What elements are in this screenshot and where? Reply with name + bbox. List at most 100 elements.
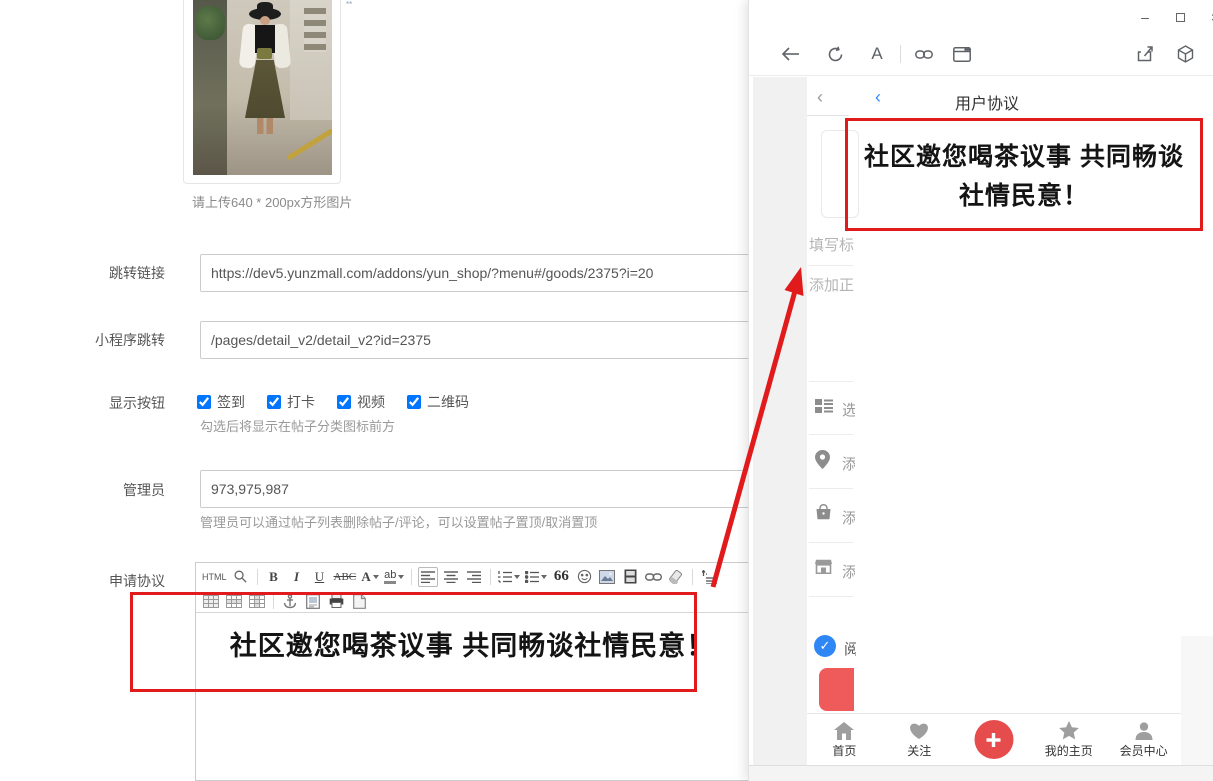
home-icon: [834, 720, 854, 740]
upload-hint: 请上传640 * 200px方形图片: [192, 192, 352, 211]
emoticon-button[interactable]: [574, 567, 594, 587]
add-location-partial[interactable]: 添: [842, 453, 855, 474]
checkbox-video[interactable]: 视频: [337, 392, 385, 412]
tab-follow[interactable]: 关注: [882, 714, 957, 765]
signin-checkbox[interactable]: [197, 395, 211, 409]
copy-link-button[interactable]: [909, 39, 939, 69]
close-button[interactable]: ×: [1206, 8, 1213, 26]
admins-hint: 管理员可以通过帖子列表删除帖子/评论，可以设置帖子置顶/取消置顶: [200, 512, 597, 531]
align-right-button[interactable]: [464, 567, 484, 587]
show-buttons-group: 签到 打卡 视频 二维码: [197, 392, 469, 412]
insert-link-button[interactable]: [643, 567, 663, 587]
video-checkbox[interactable]: [337, 395, 351, 409]
category-icon[interactable]: [815, 398, 833, 419]
bold-button[interactable]: B: [264, 567, 284, 587]
person-icon: [1135, 720, 1153, 740]
unordered-list-button[interactable]: [524, 567, 548, 587]
italic-button[interactable]: I: [287, 567, 307, 587]
title-placeholder[interactable]: 填写标: [809, 234, 856, 255]
agreement-check-circle[interactable]: ✓: [814, 635, 836, 657]
header-divider: [807, 115, 849, 116]
uploaded-image: [193, 0, 332, 175]
preview-magnifier-icon[interactable]: [231, 567, 251, 587]
window-bottom-area: [749, 765, 1213, 781]
mini-jump-input[interactable]: [200, 321, 749, 359]
caret-down-icon: [398, 575, 404, 579]
star-icon: [1059, 720, 1079, 740]
maximize-button[interactable]: [1171, 8, 1189, 26]
font-color-button[interactable]: A: [360, 567, 380, 587]
blockquote-button[interactable]: 66: [551, 567, 571, 587]
upload-photo-card[interactable]: [183, 0, 341, 184]
storefront-icon[interactable]: [815, 559, 832, 579]
caret-down-icon: [514, 575, 520, 579]
checkbox-signin[interactable]: 签到: [197, 392, 245, 412]
field-label-agreement: 申请协议: [40, 571, 165, 591]
editor-toolbar-row1: HTML B I U ABC A ab: [196, 563, 748, 590]
checkbox-punch[interactable]: 打卡: [267, 392, 315, 412]
location-pin-icon[interactable]: [815, 450, 830, 474]
align-left-button[interactable]: [418, 567, 438, 587]
share-button[interactable]: [1130, 39, 1160, 69]
strikethrough-button[interactable]: ABC: [333, 567, 358, 587]
checkbox-label: 打卡: [287, 392, 315, 412]
simulator-background: [753, 77, 807, 765]
annotation-box-preview: 社区邀您喝茶议事 共同畅谈社情民意！: [845, 118, 1203, 231]
caret-down-icon: [373, 575, 379, 579]
toolbar-divider: [900, 45, 901, 63]
plus-button[interactable]: [974, 720, 1013, 759]
refresh-button[interactable]: [820, 39, 850, 69]
field-label-jump-link: 跳转链接: [40, 263, 165, 283]
punch-checkbox[interactable]: [267, 395, 281, 409]
checkbox-qrcode[interactable]: 二维码: [407, 392, 469, 412]
body-placeholder[interactable]: 添加正: [809, 274, 856, 295]
clipped-text-fragment: **: [346, 0, 356, 6]
package-cube-button[interactable]: [1170, 39, 1200, 69]
font-size-button[interactable]: A: [862, 39, 892, 69]
add-shop-partial[interactable]: 添: [842, 561, 855, 582]
open-in-browser-button[interactable]: [947, 39, 977, 69]
align-center-button[interactable]: [441, 567, 461, 587]
shopping-bag-icon[interactable]: [815, 504, 832, 525]
tab-my-page[interactable]: 我的主页: [1031, 714, 1106, 765]
agreement-read-partial: 阅: [844, 638, 856, 659]
html-source-button[interactable]: HTML: [201, 567, 228, 587]
qrcode-checkbox[interactable]: [407, 395, 421, 409]
show-buttons-hint: 勾选后将显示在帖子分类图标前方: [200, 416, 395, 435]
highlight-color-button[interactable]: ab: [383, 567, 405, 587]
insert-image-button[interactable]: [597, 567, 617, 587]
field-label-show-buttons: 显示按钮: [40, 393, 165, 413]
divider: [809, 434, 853, 435]
back-button[interactable]: [775, 39, 805, 69]
insert-media-button[interactable]: [620, 567, 640, 587]
field-label-mini-jump: 小程序跳转: [40, 330, 165, 350]
tab-post[interactable]: [957, 714, 1032, 765]
phone-tabbar: 首页 关注 我的主页 会员中心: [807, 713, 1181, 765]
divider: [809, 542, 853, 543]
simulator-background-right: [1181, 636, 1213, 766]
select-category-partial[interactable]: 选: [842, 399, 855, 420]
window-titlebar: – ×: [749, 0, 1213, 33]
submit-button-fragment[interactable]: [819, 668, 854, 711]
line-height-button[interactable]: [699, 567, 719, 587]
divider: [809, 488, 853, 489]
tab-member-center[interactable]: 会员中心: [1106, 714, 1181, 765]
remove-format-eraser-button[interactable]: [666, 567, 686, 587]
caret-down-icon: [541, 575, 547, 579]
ordered-list-button[interactable]: [497, 567, 521, 587]
divider: [809, 381, 853, 382]
check-icon: ✓: [820, 638, 831, 654]
jump-link-input[interactable]: [200, 254, 749, 292]
tab-home[interactable]: 首页: [807, 714, 882, 765]
preview-agreement-text: 社区邀您喝茶议事 共同畅谈社情民意！: [857, 138, 1191, 216]
screenshot-stage: ** 请上传640 * 200px方形图片 跳转链接 小程序跳转 显示按钮 签到…: [0, 0, 1213, 781]
checkbox-label: 视频: [357, 392, 385, 412]
window-toolbar: A: [749, 33, 1213, 76]
checkbox-label: 签到: [217, 392, 245, 412]
minimize-button[interactable]: –: [1136, 8, 1154, 26]
underline-button[interactable]: U: [310, 567, 330, 587]
checkbox-label: 二维码: [427, 392, 469, 412]
divider: [809, 596, 853, 597]
admins-input[interactable]: [200, 470, 749, 508]
add-goods-partial[interactable]: 添: [842, 507, 855, 528]
